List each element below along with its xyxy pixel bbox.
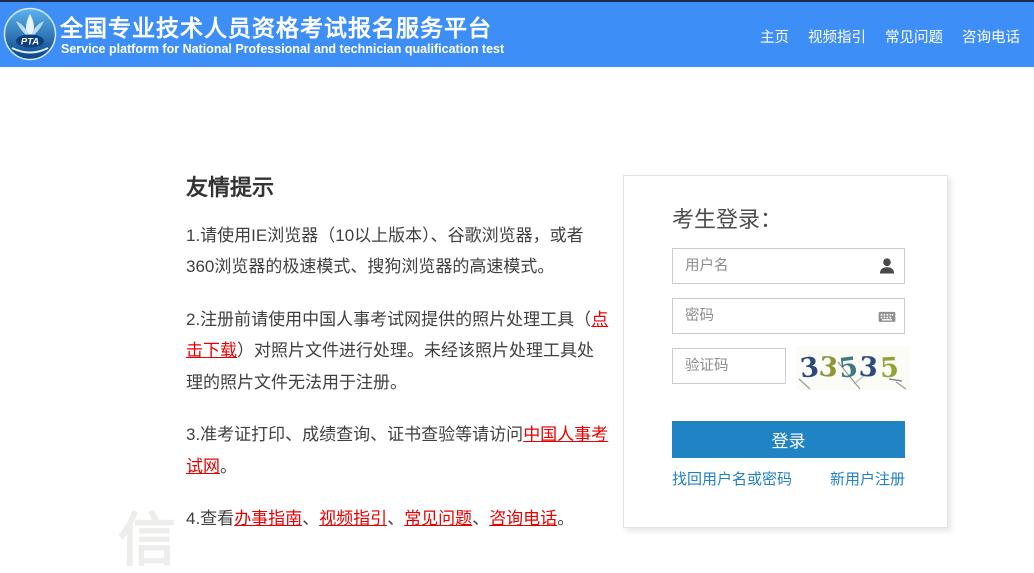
header-top-stripe <box>0 0 1034 2</box>
svg-text:5: 5 <box>879 352 899 384</box>
svg-text:PTA: PTA <box>21 37 39 48</box>
nav-faq-link[interactable]: 常见问题 <box>885 26 943 47</box>
captcha-field-wrap <box>672 348 786 384</box>
register-link[interactable]: 新用户注册 <box>830 468 905 489</box>
tip-2-before: 2.注册前请使用中国人事考试网提供的照片处理工具（ <box>186 309 592 329</box>
header-nav: 主页 视频指引 常见问题 咨询电话 <box>760 26 1020 47</box>
forgot-credentials-link[interactable]: 找回用户名或密码 <box>672 468 792 489</box>
svg-text:5: 5 <box>837 352 859 385</box>
login-button[interactable]: 登录 <box>672 421 905 458</box>
svg-text:3: 3 <box>858 352 879 384</box>
friendly-tips-section: 友情提示 1.请使用IE浏览器（10以上版本）、谷歌浏览器，或者360浏览器的极… <box>186 170 610 556</box>
svg-text:3: 3 <box>818 351 839 384</box>
nav-home-link[interactable]: 主页 <box>760 26 789 47</box>
username-input[interactable] <box>672 248 905 284</box>
tip-item-1: 1.请使用IE浏览器（10以上版本）、谷歌浏览器，或者360浏览器的极速模式、搜… <box>186 220 610 283</box>
candidate-login-panel: 考生登录： 用户名 密码 验证码 3 3 5 3 5 登录 找回用户名或密码 新… <box>623 175 948 528</box>
tips-heading: 友情提示 <box>186 175 275 200</box>
tip-1-text: 1.请使用IE浏览器（10以上版本）、谷歌浏览器，或者360浏览器的极速模式、搜… <box>186 226 584 277</box>
tip-3-before: 3.准考证打印、成绩查询、证书查验等请访问 <box>186 425 524 445</box>
tip-4-before: 4.查看 <box>186 509 235 529</box>
username-field-wrap <box>672 248 905 284</box>
page-title: 全国专业技术人员资格考试报名服务平台 <box>60 15 492 41</box>
tip-2-after: ）对照片文件进行处理。未经该照片处理工具处理的照片文件无法用于注册。 <box>186 341 594 392</box>
faq-red-link[interactable]: 常见问题 <box>404 509 472 528</box>
tip-3-after: 。 <box>220 456 237 476</box>
captcha-image[interactable]: 3 3 5 3 5 <box>796 346 910 390</box>
service-guide-link[interactable]: 办事指南 <box>234 509 302 528</box>
header: PTA 全国专业技术人员资格考试报名服务平台 Service platform … <box>0 2 1034 67</box>
page-subtitle: Service platform for National Profession… <box>61 42 505 56</box>
tip-4-sep: 、 <box>472 509 490 529</box>
password-input[interactable] <box>672 298 905 334</box>
tip-4-sep: 、 <box>302 509 320 529</box>
nav-phone-link[interactable]: 咨询电话 <box>962 26 1020 47</box>
password-field-wrap <box>672 298 905 334</box>
pta-logo: PTA <box>3 7 57 61</box>
tip-item-2: 2.注册前请使用中国人事考试网提供的照片处理工具（点击下载）对照片文件进行处理。… <box>186 304 610 398</box>
captcha-digits: 3 3 5 3 5 <box>798 351 907 390</box>
nav-video-guide-link[interactable]: 视频指引 <box>808 26 866 47</box>
login-links-row: 找回用户名或密码 新用户注册 <box>672 468 905 489</box>
tip-item-3: 3.准考证打印、成绩查询、证书查验等请访问中国人事考试网。 <box>186 419 610 482</box>
video-guide-red-link[interactable]: 视频指引 <box>319 509 387 528</box>
tip-4-after: 。 <box>557 509 575 529</box>
phone-red-link[interactable]: 咨询电话 <box>489 509 557 528</box>
login-title: 考生登录： <box>672 207 783 232</box>
tip-4-sep: 、 <box>387 509 405 529</box>
tip-item-4: 4.查看办事指南、视频指引、常见问题、咨询电话。 <box>186 503 610 534</box>
captcha-input[interactable] <box>672 348 786 384</box>
watermark-glyph: 信 <box>118 508 177 573</box>
pta-logo-icon: PTA <box>3 7 57 61</box>
